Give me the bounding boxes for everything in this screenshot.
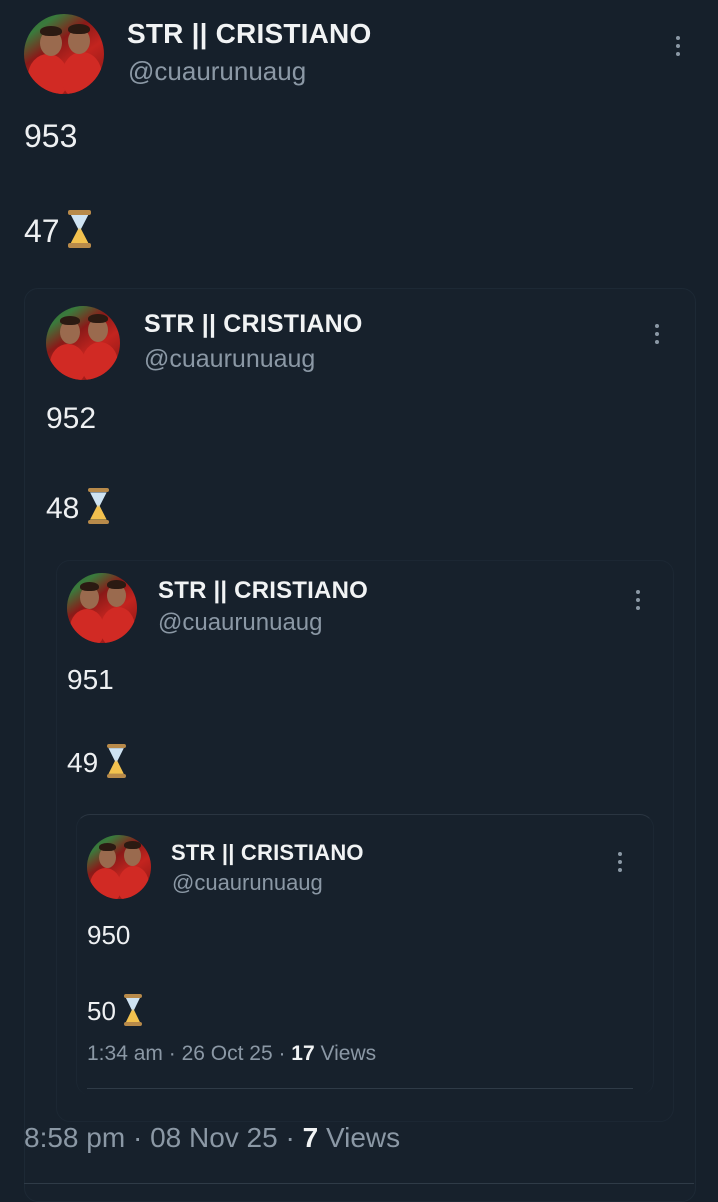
tweet-text-line-2: 48: [46, 488, 111, 526]
main-tweet-timestamp-meta[interactable]: 8:58 pm · 08 Nov 25 · 7 Views: [24, 1122, 400, 1154]
avatar[interactable]: [46, 306, 120, 380]
tweet-timestamp-meta[interactable]: 1:34 am · 26 Oct 25 · 17 Views: [87, 1042, 376, 1066]
more-options-icon[interactable]: [614, 852, 626, 872]
tweet-text-line-2: 49: [67, 744, 128, 779]
avatar[interactable]: [87, 835, 151, 899]
display-name[interactable]: STR || CRISTIANO: [158, 577, 368, 605]
hourglass-icon: [122, 994, 144, 1026]
tweet-text-line-1: 951: [67, 664, 114, 695]
avatar[interactable]: [24, 14, 104, 94]
user-handle[interactable]: @cuaurunuaug: [128, 56, 306, 87]
tweet-text-line-1: 950: [87, 920, 131, 950]
hourglass-icon: [104, 744, 128, 778]
tweet-text-line-1: 952: [46, 402, 97, 435]
display-name[interactable]: STR || CRISTIANO: [144, 310, 363, 339]
display-name[interactable]: STR || CRISTIANO: [171, 840, 364, 866]
divider: [24, 1183, 694, 1184]
user-handle[interactable]: @cuaurunuaug: [158, 609, 322, 637]
hourglass-icon: [85, 488, 111, 524]
user-handle[interactable]: @cuaurunuaug: [172, 870, 323, 896]
display-name[interactable]: STR || CRISTIANO: [127, 18, 371, 50]
user-handle[interactable]: @cuaurunuaug: [144, 345, 315, 374]
tweet-text-line-2: 50: [87, 994, 144, 1027]
more-options-icon[interactable]: [632, 590, 644, 610]
more-options-icon[interactable]: [672, 36, 684, 56]
tweet-text-line-2: 47: [24, 210, 94, 250]
more-options-icon[interactable]: [651, 324, 663, 344]
divider: [87, 1088, 633, 1089]
avatar[interactable]: [67, 573, 137, 643]
tweet-text-line-1: 953: [24, 118, 78, 154]
hourglass-icon: [66, 210, 94, 248]
